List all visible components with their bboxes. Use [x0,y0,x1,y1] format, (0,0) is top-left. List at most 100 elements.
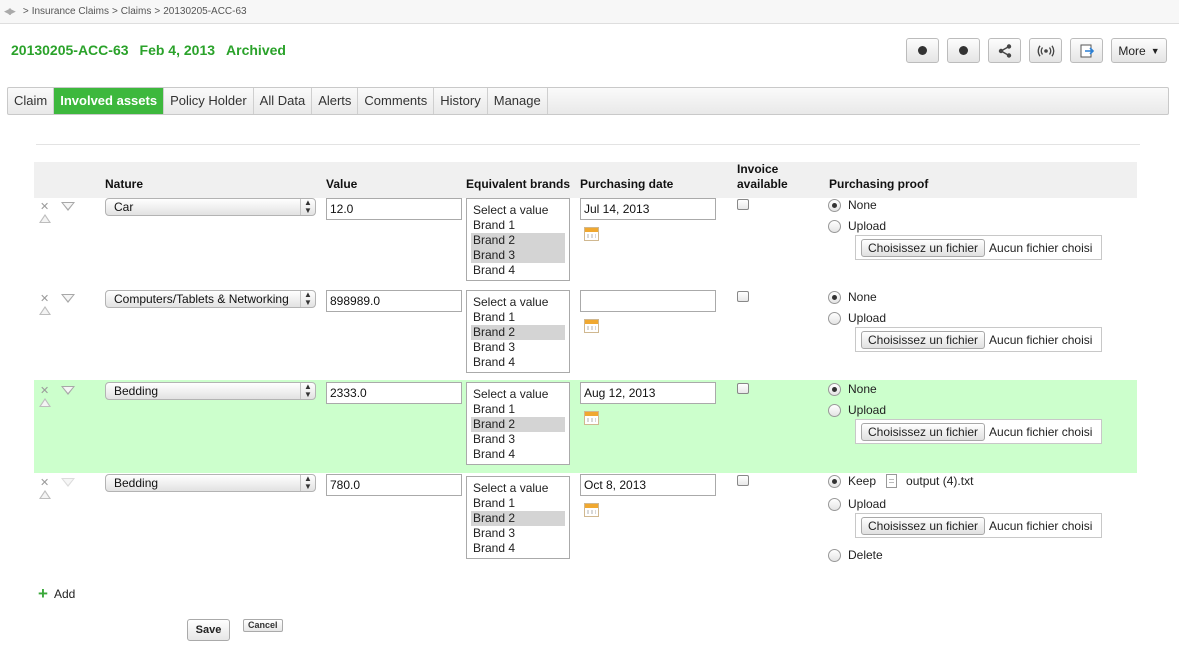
brand-option[interactable]: Brand 3 [471,432,565,447]
brand-option[interactable]: Brand 4 [471,263,565,278]
breadcrumb-claims[interactable]: Claims [121,6,152,17]
tab-involved-assets[interactable]: Involved assets [54,88,165,114]
kept-file-name[interactable]: output (4).txt [906,474,973,488]
broadcast-button[interactable] [1029,38,1062,63]
move-down-icon[interactable] [61,294,75,303]
proof-none-option[interactable]: None [828,198,877,212]
proof-keep-option[interactable]: Keep output (4).txt [828,474,973,488]
cancel-button[interactable]: Cancel [243,619,283,632]
tab-history[interactable]: History [434,88,488,114]
nature-select[interactable]: Bedding ▲ ▼ [105,474,316,492]
invoice-checkbox[interactable] [737,199,749,210]
brand-option[interactable]: Brand 1 [471,496,565,511]
tab-manage[interactable]: Manage [488,88,548,114]
brand-option[interactable]: Select a value [471,203,565,218]
share-button[interactable] [988,38,1021,63]
proof-none-option[interactable]: None [828,382,877,396]
move-down-icon[interactable] [61,386,75,395]
proof-upload-option[interactable]: Upload [828,219,886,233]
value-input[interactable]: 898989.0 [326,290,462,312]
brand-option[interactable]: Brand 4 [471,355,565,370]
value-input[interactable]: 12.0 [326,198,462,220]
move-up-icon[interactable] [39,214,51,223]
export-button[interactable] [1070,38,1103,63]
brands-listbox[interactable]: Select a value Brand 1 Brand 2 Brand 3 B… [466,290,570,373]
radio-upload[interactable] [828,497,841,511]
brand-option[interactable]: Select a value [471,387,565,402]
choose-file-button[interactable]: Choisissez un fichier [861,330,986,349]
brand-option[interactable]: Brand 3 [471,340,565,355]
brand-option[interactable]: Brand 4 [471,447,565,462]
choose-file-button[interactable]: Choisissez un fichier [861,516,986,535]
choose-file-button[interactable]: Choisissez un fichier [861,238,986,257]
calendar-icon[interactable] [584,319,599,333]
radio-none[interactable] [828,382,841,396]
calendar-icon[interactable] [584,227,599,241]
brands-listbox[interactable]: Select a value Brand 1 Brand 2 Brand 3 B… [466,382,570,465]
proof-delete-option[interactable]: Delete [828,548,883,562]
invoice-checkbox[interactable] [737,383,749,394]
proof-upload-option[interactable]: Upload [828,497,886,511]
delete-row-icon[interactable]: ✕ [40,292,49,305]
brand-option[interactable]: Select a value [471,295,565,310]
delete-row-icon[interactable]: ✕ [40,476,49,489]
radio-upload[interactable] [828,219,841,233]
tab-claim[interactable]: Claim [8,88,55,114]
more-button[interactable]: More ▼ [1111,38,1167,63]
select-arrows-icon: ▲ ▼ [300,475,315,491]
brand-option-selected[interactable]: Brand 2 [471,233,565,248]
radio-none[interactable] [828,290,841,304]
brands-listbox[interactable]: Select a value Brand 1 Brand 2 Brand 3 B… [466,476,570,559]
choose-file-button[interactable]: Choisissez un fichier [861,422,986,441]
breadcrumb-insurance-claims[interactable]: Insurance Claims [32,6,109,17]
save-button[interactable]: Save [187,619,230,641]
move-down-icon[interactable] [61,202,75,211]
move-up-icon[interactable] [39,490,51,499]
nature-select[interactable]: Computers/Tablets & Networking ▲ ▼ [105,290,316,308]
record-button-1[interactable] [906,38,939,63]
nature-select[interactable]: Bedding ▲ ▼ [105,382,316,400]
brand-option-selected[interactable]: Brand 2 [471,511,565,526]
proof-none-option[interactable]: None [828,290,877,304]
radio-upload[interactable] [828,311,841,325]
date-input[interactable] [580,290,716,312]
radio-upload[interactable] [828,403,841,417]
proof-upload-option[interactable]: Upload [828,311,886,325]
brand-option[interactable]: Brand 3 [471,526,565,541]
record-button-2[interactable] [947,38,980,63]
radio-none[interactable] [828,198,841,212]
tab-all-data[interactable]: All Data [254,88,313,114]
brand-option[interactable]: Brand 1 [471,310,565,325]
calendar-icon[interactable] [584,411,599,425]
add-row-button[interactable]: + Add [38,585,75,602]
brand-option-selected[interactable]: Brand 3 [471,248,565,263]
select-arrows-icon: ▲ ▼ [300,383,315,399]
brand-option[interactable]: Brand 1 [471,218,565,233]
tab-policy-holder[interactable]: Policy Holder [164,88,254,114]
date-input[interactable]: Aug 12, 2013 [580,382,716,404]
brand-option-selected[interactable]: Brand 2 [471,417,565,432]
brand-option[interactable]: Select a value [471,481,565,496]
tab-comments[interactable]: Comments [358,88,435,114]
value-input[interactable]: 780.0 [326,474,462,496]
delete-row-icon[interactable]: ✕ [40,384,49,397]
value-input[interactable]: 2333.0 [326,382,462,404]
date-input[interactable]: Oct 8, 2013 [580,474,716,496]
radio-delete[interactable] [828,548,841,562]
proof-upload-option[interactable]: Upload [828,403,886,417]
move-up-icon[interactable] [39,306,51,315]
calendar-icon[interactable] [584,503,599,517]
brand-option-selected[interactable]: Brand 2 [471,325,565,340]
invoice-checkbox[interactable] [737,475,749,486]
back-forward-icon[interactable]: ◀▶ [4,6,16,17]
radio-keep[interactable] [828,474,841,488]
delete-row-icon[interactable]: ✕ [40,200,49,213]
brand-option[interactable]: Brand 4 [471,541,565,556]
invoice-checkbox[interactable] [737,291,749,302]
tab-alerts[interactable]: Alerts [312,88,359,114]
move-up-icon[interactable] [39,398,51,407]
brand-option[interactable]: Brand 1 [471,402,565,417]
nature-select[interactable]: Car ▲ ▼ [105,198,316,216]
brands-listbox[interactable]: Select a value Brand 1 Brand 2 Brand 3 B… [466,198,570,281]
date-input[interactable]: Jul 14, 2013 [580,198,716,220]
